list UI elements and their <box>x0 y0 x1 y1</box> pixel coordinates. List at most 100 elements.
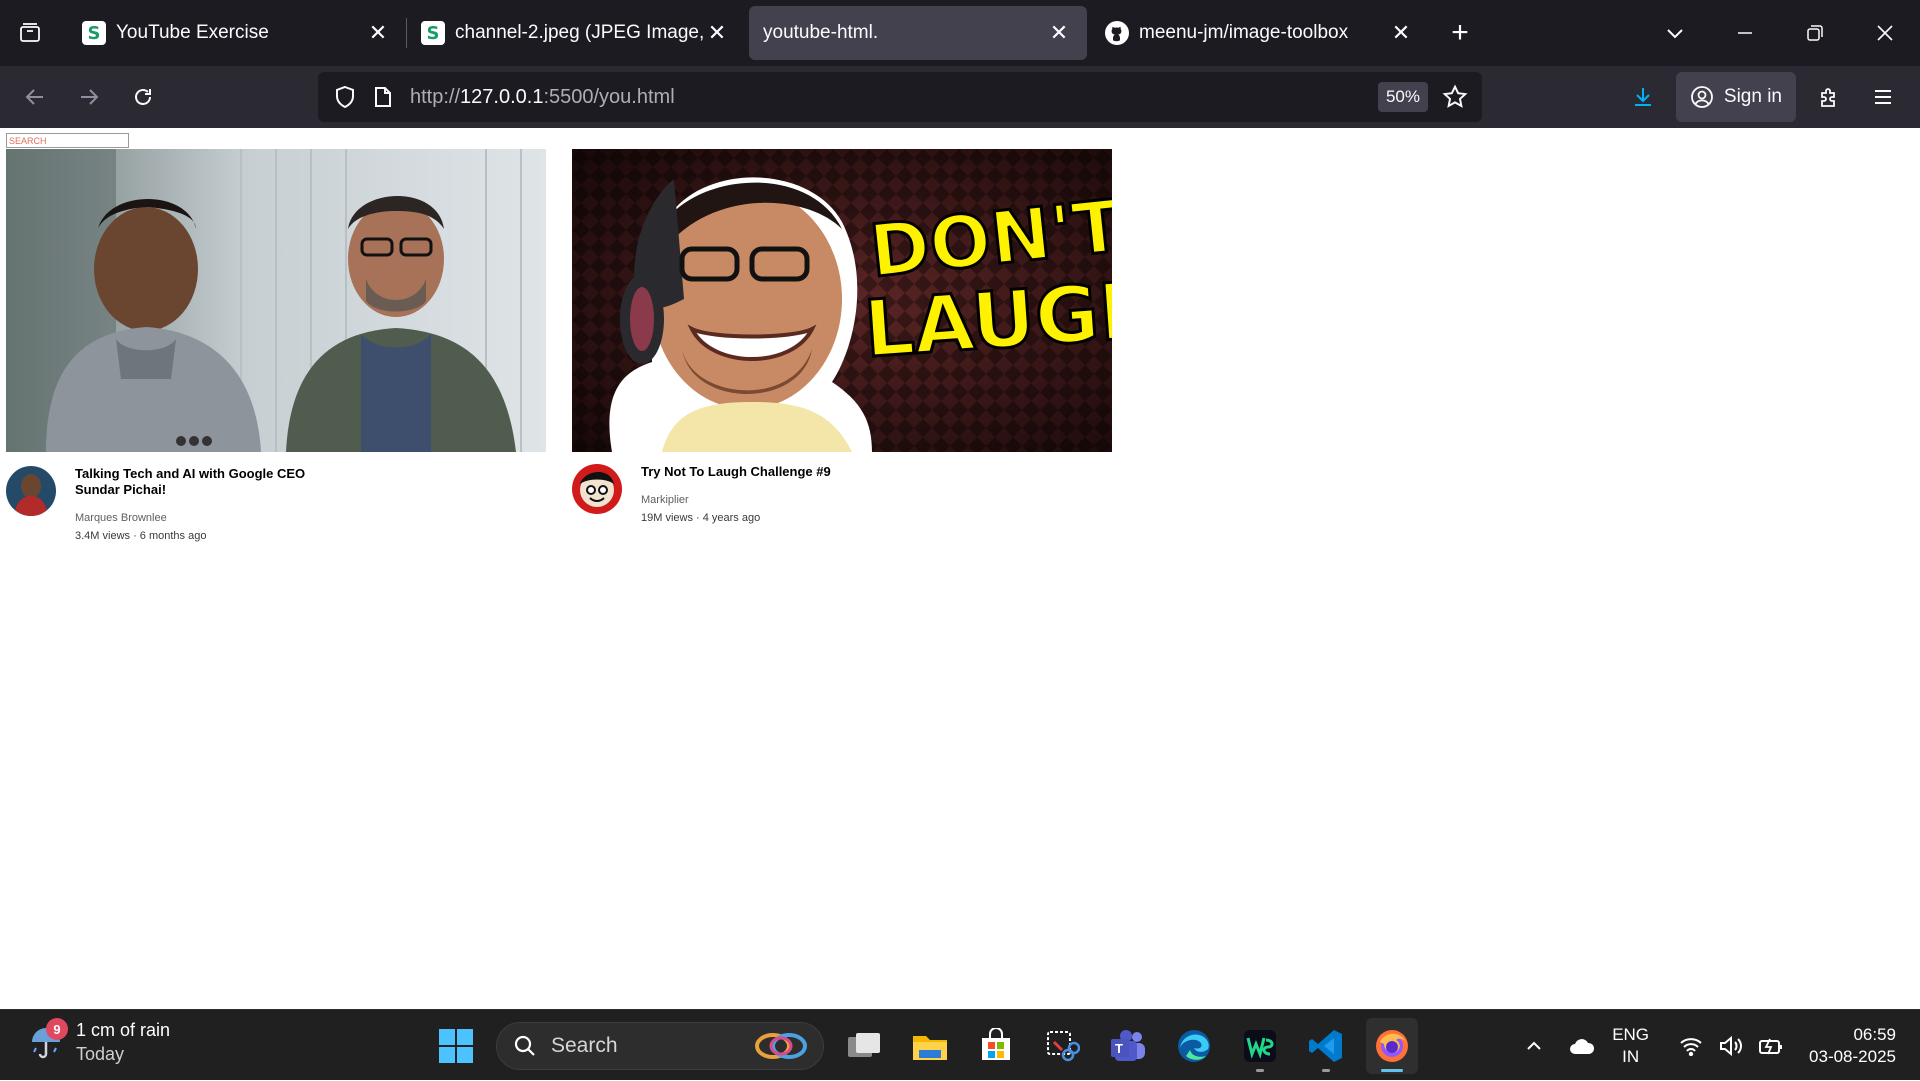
sign-in-button[interactable]: Sign in <box>1675 72 1796 122</box>
tab-title: channel-2.jpeg (JPEG Image, 68 <box>455 22 703 43</box>
restore-button[interactable] <box>1780 0 1850 66</box>
cloud-icon <box>1570 1038 1595 1054</box>
search-input[interactable] <box>6 133 129 148</box>
close-tab-icon[interactable]: ✕ <box>364 19 392 47</box>
github-icon <box>1105 21 1129 45</box>
bookmark-star-button[interactable] <box>1438 80 1472 114</box>
tab-youtube-exercise[interactable]: S YouTube Exercise ✕ <box>68 6 406 60</box>
window-controls <box>1640 0 1920 66</box>
snipping-tool-icon <box>1047 1030 1080 1061</box>
chevron-up-icon <box>1527 1041 1541 1050</box>
close-tab-icon[interactable]: ✕ <box>1045 19 1073 47</box>
app-menu-button[interactable] <box>1856 70 1910 124</box>
video-info: Talking Tech and AI with Google CEO Sund… <box>6 466 546 542</box>
plus-icon: + <box>1451 16 1469 49</box>
reload-button[interactable] <box>116 70 170 124</box>
onedrive-button[interactable] <box>1562 1026 1602 1066</box>
arrow-right-icon <box>81 89 99 105</box>
back-button[interactable] <box>8 70 62 124</box>
tab-youtube-html[interactable]: youtube-html. ✕ <box>749 6 1087 60</box>
close-icon <box>1877 25 1893 41</box>
volume-status[interactable] <box>1711 1026 1751 1066</box>
folder-icon <box>913 1035 947 1060</box>
downloads-button[interactable] <box>1616 70 1670 124</box>
channel-name[interactable]: Markiplier <box>641 494 891 506</box>
running-indicator <box>1322 1068 1330 1072</box>
navigation-toolbar: http://127.0.0.1:5500/you.html 50% Sign … <box>0 66 1920 128</box>
new-tab-button[interactable]: + <box>1435 8 1485 58</box>
vscode-button[interactable] <box>1300 1018 1352 1074</box>
tracking-protection-shield-icon[interactable] <box>322 85 368 109</box>
taskbar: 9 1 cm of rain Today Search T ENG IN 06:… <box>0 1009 1920 1080</box>
speaker-icon <box>1720 1035 1743 1056</box>
address-bar[interactable]: http://127.0.0.1:5500/you.html 50% <box>318 72 1482 122</box>
region-code: IN <box>1622 1046 1640 1066</box>
page-info-icon[interactable] <box>368 86 398 108</box>
svg-text:T: T <box>1115 1041 1123 1056</box>
sign-in-label: Sign in <box>1723 86 1782 107</box>
video-title[interactable]: Try Not To Laugh Challenge #9 <box>641 464 891 480</box>
taskbar-apps: Search T <box>430 1010 1418 1081</box>
file-explorer-button[interactable] <box>904 1018 956 1074</box>
restore-icon <box>1807 25 1823 41</box>
video-thumbnail[interactable] <box>6 149 546 452</box>
show-hidden-icons-button[interactable] <box>1514 1026 1554 1066</box>
tab-title: youtube-html. <box>763 22 879 43</box>
tab-title: YouTube Exercise <box>116 22 269 43</box>
input-language-indicator[interactable]: ENG IN <box>1612 1024 1649 1068</box>
video-title[interactable]: Talking Tech and AI with Google CEO Sund… <box>75 466 325 498</box>
arrow-left-icon <box>25 89 43 105</box>
video-card[interactable]: DON'T LAUGH Try Not To Laugh Challenge #… <box>572 149 1112 524</box>
clock-time: 06:59 <box>1853 1024 1896 1044</box>
star-icon <box>1442 84 1468 108</box>
task-view-button[interactable] <box>838 1018 890 1074</box>
store-icon <box>982 1027 1010 1060</box>
url-text[interactable]: http://127.0.0.1:5500/you.html <box>410 86 675 109</box>
wifi-icon <box>1680 1037 1702 1056</box>
webstorm-button[interactable] <box>1234 1018 1286 1074</box>
close-window-button[interactable] <box>1850 0 1920 66</box>
language-code: ENG <box>1612 1024 1650 1044</box>
channel-avatar[interactable] <box>6 466 56 516</box>
puzzle-icon <box>1821 88 1835 107</box>
tab-image-toolbox[interactable]: meenu-jm/image-toolbox ✕ <box>1091 6 1429 60</box>
teams-icon: T <box>1111 1029 1145 1061</box>
page-content: Talking Tech and AI with Google CEO Sund… <box>0 128 1920 1009</box>
channel-avatar[interactable] <box>572 464 622 514</box>
video-card[interactable]: Talking Tech and AI with Google CEO Sund… <box>6 149 546 542</box>
firefox-view-button[interactable] <box>0 0 60 66</box>
start-button[interactable] <box>430 1018 482 1074</box>
clock-date: 03-08-2025 <box>1809 1046 1896 1066</box>
minimize-icon <box>1738 32 1752 34</box>
clock[interactable]: 06:59 03-08-2025 <box>1809 1024 1896 1068</box>
snipping-tool-button[interactable] <box>1036 1018 1088 1074</box>
close-tab-icon[interactable]: ✕ <box>1387 19 1415 47</box>
minimize-button[interactable] <box>1710 0 1780 66</box>
edge-browser-button[interactable] <box>1168 1018 1220 1074</box>
weather-widget[interactable]: 9 1 cm of rain Today <box>26 1018 170 1066</box>
channel-name[interactable]: Marques Brownlee <box>75 512 325 524</box>
video-thumbnail[interactable]: DON'T LAUGH <box>572 149 1112 452</box>
taskbar-search-box[interactable]: Search <box>496 1021 824 1070</box>
tab-strip: S YouTube Exercise ✕ S channel-2.jpeg (J… <box>0 0 1920 66</box>
video-stats: 19M views · 4 years ago <box>641 512 761 524</box>
toolbar-right: Sign in <box>1616 66 1920 128</box>
list-all-tabs-button[interactable] <box>1640 0 1710 66</box>
firefox-icon <box>1376 1029 1408 1062</box>
teams-button[interactable]: T <box>1102 1018 1154 1074</box>
notification-badge: 9 <box>46 1018 68 1040</box>
battery-status[interactable] <box>1751 1026 1791 1066</box>
wifi-status[interactable] <box>1671 1026 1711 1066</box>
close-tab-icon[interactable]: ✕ <box>703 19 731 47</box>
zoom-level-button[interactable]: 50% <box>1377 82 1428 112</box>
system-tray: ENG IN 06:59 03-08-2025 <box>1514 1010 1920 1081</box>
firefox-button[interactable] <box>1366 1017 1418 1074</box>
active-indicator <box>1381 1068 1403 1072</box>
microsoft-store-button[interactable] <box>970 1018 1022 1074</box>
search-icon <box>514 1035 535 1056</box>
tab-channel-2-jpeg[interactable]: S channel-2.jpeg (JPEG Image, 68 ✕ <box>407 6 745 60</box>
extensions-button[interactable] <box>1802 70 1856 124</box>
forward-button[interactable] <box>62 70 116 124</box>
weather-summary: 1 cm of rain <box>76 1020 171 1040</box>
vscode-icon <box>1309 1029 1342 1062</box>
